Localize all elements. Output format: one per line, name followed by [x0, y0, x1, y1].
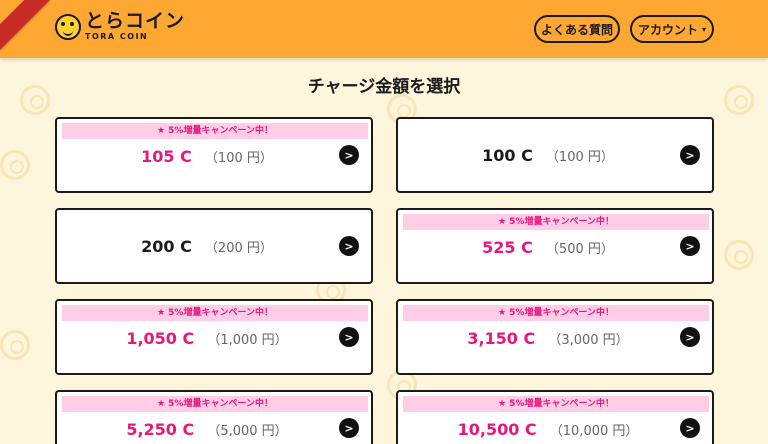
yen-price: （100 円）	[545, 150, 614, 165]
campaign-banner: ★ 5%増量キャンペーン中！	[62, 123, 368, 139]
coin-amount: 100 C	[482, 146, 533, 165]
background-coin-icon	[724, 240, 754, 270]
account-menu-button[interactable]: アカウント ▾	[630, 15, 714, 43]
arrow-right-icon: >	[339, 327, 359, 347]
yen-price: （1,000 円）	[207, 333, 288, 348]
charge-option-card[interactable]: ★ 5%増量キャンペーン中！ 1,050 C （1,000 円） >	[55, 299, 373, 375]
yen-price: （5,000 円）	[207, 424, 288, 439]
arrow-right-icon: >	[680, 236, 700, 256]
charge-option-card[interactable]: ★ 5%増量キャンペーン中！ 525 C （500 円） >	[396, 208, 714, 284]
coin-amount: 5,250 C	[126, 420, 195, 439]
charge-option-card[interactable]: ★ 5%増量キャンペーン中！ 105 C （100 円） >	[55, 117, 373, 193]
coin-amount: 105 C	[141, 147, 192, 166]
account-button-label: アカウント	[637, 22, 698, 37]
yen-price: （200 円）	[204, 241, 273, 256]
yen-price: （100 円）	[204, 151, 273, 166]
logo[interactable]: とらコイン TORA COIN	[55, 12, 185, 41]
yen-price: （3,000 円）	[548, 333, 629, 348]
charge-option-card[interactable]: ★ 5%増量キャンペーン中！ 5,250 C （5,000 円） >	[55, 390, 373, 444]
campaign-banner: ★ 5%増量キャンペーン中！	[403, 396, 709, 412]
charge-option-card[interactable]: 200 C （200 円） >	[55, 208, 373, 284]
arrow-right-icon: >	[680, 418, 700, 438]
charge-option-card[interactable]: 100 C （100 円） >	[396, 117, 714, 193]
coin-amount: 525 C	[482, 238, 533, 257]
campaign-banner: ★ 5%増量キャンペーン中！	[62, 305, 368, 321]
coin-amount: 200 C	[141, 237, 192, 256]
logo-sub-text: TORA COIN	[85, 32, 149, 41]
coin-amount: 10,500 C	[457, 420, 537, 439]
arrow-right-icon: >	[339, 145, 359, 165]
yen-price: （10,000 円）	[549, 424, 639, 439]
background-coin-icon	[0, 150, 30, 180]
faq-button[interactable]: よくある質問	[534, 15, 620, 43]
caret-down-icon: ▾	[702, 24, 707, 34]
tiger-logo-icon	[55, 13, 81, 40]
coin-amount: 3,150 C	[467, 329, 536, 348]
charge-option-card[interactable]: ★ 5%増量キャンペーン中！ 10,500 C （10,000 円） >	[396, 390, 714, 444]
charge-option-card[interactable]: ★ 5%増量キャンペーン中！ 3,150 C （3,000 円） >	[396, 299, 714, 375]
faq-button-label: よくある質問	[540, 22, 613, 37]
arrow-right-icon: >	[339, 418, 359, 438]
coin-amount: 1,050 C	[126, 329, 195, 348]
campaign-banner: ★ 5%増量キャンペーン中！	[62, 396, 368, 412]
header-bar: とらコイン TORA COIN よくある質問 アカウント ▾	[0, 0, 768, 58]
page-title: チャージ金額を選択	[307, 77, 461, 97]
arrow-right-icon: >	[680, 327, 700, 347]
yen-price: （500 円）	[545, 242, 614, 257]
corner-ribbon	[0, 0, 50, 50]
arrow-right-icon: >	[680, 145, 700, 165]
campaign-banner: ★ 5%増量キャンペーン中！	[403, 305, 709, 321]
arrow-right-icon: >	[339, 236, 359, 256]
logo-main-text: とらコイン	[85, 10, 186, 32]
campaign-banner: ★ 5%増量キャンペーン中！	[403, 214, 709, 230]
background-coin-icon	[0, 330, 30, 360]
